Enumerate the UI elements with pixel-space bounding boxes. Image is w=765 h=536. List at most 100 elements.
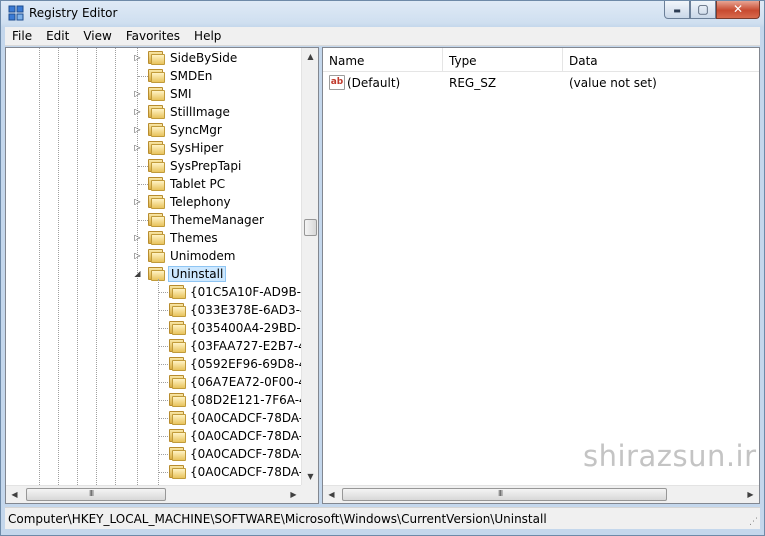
tree-node-label: Unimodem bbox=[170, 249, 236, 263]
tree-node-label: {035400A4-29BD-3723 bbox=[190, 321, 302, 335]
folder-icon bbox=[148, 122, 165, 137]
folder-icon bbox=[148, 248, 165, 263]
tree-node-label: {03FAA727-E2B7-471C bbox=[190, 339, 302, 353]
menu-help[interactable]: Help bbox=[187, 27, 228, 46]
folder-icon bbox=[148, 230, 165, 245]
folder-icon bbox=[148, 176, 165, 191]
scroll-up-arrow-icon[interactable]: ▲ bbox=[302, 48, 318, 65]
key-tree-pane[interactable]: ▷ SideBySide SMDEn ▷ SMI ▷ StillImage ▷ SyncMgr ▷… bbox=[5, 47, 319, 504]
folder-icon bbox=[148, 86, 165, 101]
menu-favorites[interactable]: Favorites bbox=[119, 27, 187, 46]
minimize-icon: ▬ bbox=[673, 6, 681, 15]
title-bar[interactable]: Registry Editor ▬ ▢ ✕ bbox=[1, 1, 764, 27]
expand-arrow-icon[interactable]: ▷ bbox=[133, 107, 142, 116]
value-name: (Default) bbox=[347, 76, 401, 90]
folder-icon bbox=[148, 158, 165, 173]
tree-node-label: SMDEn bbox=[170, 69, 213, 83]
tree-vertical-scroll-thumb[interactable] bbox=[304, 219, 317, 236]
scroll-down-arrow-icon[interactable]: ▼ bbox=[302, 468, 318, 485]
tree-node-label: Tablet PC bbox=[170, 177, 226, 191]
tree-connector bbox=[138, 184, 148, 185]
scroll-right-arrow-icon[interactable]: ▶ bbox=[285, 486, 302, 503]
tree-guide-line bbox=[58, 48, 59, 485]
folder-icon bbox=[169, 428, 186, 443]
folder-icon bbox=[169, 320, 186, 335]
values-horizontal-scrollbar[interactable]: ◀ III ▶ bbox=[323, 485, 759, 503]
string-value-icon: ab bbox=[329, 75, 345, 90]
scroll-left-arrow-icon[interactable]: ◀ bbox=[323, 486, 340, 503]
tree-node-label: SideBySide bbox=[170, 51, 238, 65]
folder-icon bbox=[169, 302, 186, 317]
expand-arrow-icon[interactable]: ▷ bbox=[133, 233, 142, 242]
collapse-arrow-icon[interactable]: ◢ bbox=[133, 269, 142, 278]
folder-icon bbox=[148, 50, 165, 65]
tree-node-label: StillImage bbox=[170, 105, 230, 119]
close-button[interactable]: ✕ bbox=[716, 1, 760, 19]
column-header-name[interactable]: Name bbox=[323, 48, 443, 72]
values-pane[interactable]: Name Type Data ab (Default) REG_SZ (valu… bbox=[322, 47, 760, 504]
folder-icon bbox=[169, 464, 186, 479]
folder-icon bbox=[169, 392, 186, 407]
scroll-grip-icon: III bbox=[498, 489, 503, 498]
scroll-corner bbox=[301, 485, 318, 503]
tree-node-label: {08D2E121-7F6A-43EB bbox=[190, 393, 302, 407]
tree-guide-line bbox=[96, 48, 97, 485]
window-title: Registry Editor bbox=[29, 6, 118, 20]
column-header-type[interactable]: Type bbox=[443, 48, 563, 72]
close-icon: ✕ bbox=[732, 2, 744, 16]
folder-icon bbox=[169, 446, 186, 461]
tree-node-label: ThemeManager bbox=[170, 213, 264, 227]
folder-icon bbox=[148, 104, 165, 119]
folder-icon bbox=[148, 68, 165, 83]
expand-arrow-icon[interactable]: ▷ bbox=[133, 197, 142, 206]
tree-vertical-scrollbar[interactable]: ▲ ▼ bbox=[301, 48, 318, 485]
expand-arrow-icon[interactable]: ▷ bbox=[133, 251, 142, 260]
tree-node-label: SysPrepTapi bbox=[170, 159, 242, 173]
tree-connector bbox=[138, 220, 148, 221]
scroll-left-arrow-icon[interactable]: ◀ bbox=[6, 486, 23, 503]
status-path: Computer\HKEY_LOCAL_MACHINE\SOFTWARE\Mic… bbox=[8, 512, 547, 526]
scroll-right-arrow-icon[interactable]: ▶ bbox=[742, 486, 759, 503]
expand-arrow-icon[interactable]: ▷ bbox=[133, 143, 142, 152]
expand-arrow-icon[interactable]: ▷ bbox=[133, 53, 142, 62]
folder-icon bbox=[169, 356, 186, 371]
status-bar: Computer\HKEY_LOCAL_MACHINE\SOFTWARE\Mic… bbox=[5, 507, 760, 529]
folder-icon bbox=[148, 266, 165, 281]
tree-node-label: {0A0CADCF-78DA-33C bbox=[190, 429, 302, 443]
tree-node-label: SyncMgr bbox=[170, 123, 222, 137]
column-header-data[interactable]: Data bbox=[563, 48, 759, 72]
menu-edit[interactable]: Edit bbox=[39, 27, 76, 46]
maximize-button[interactable]: ▢ bbox=[690, 1, 716, 19]
scroll-grip-icon: III bbox=[89, 489, 94, 498]
values-horizontal-scroll-thumb[interactable]: III bbox=[342, 488, 667, 501]
folder-icon bbox=[169, 410, 186, 425]
value-type: REG_SZ bbox=[449, 76, 497, 90]
maximize-icon: ▢ bbox=[697, 2, 709, 16]
tree-node-label: {06A7EA72-0F00-4D53 bbox=[190, 375, 302, 389]
key-tree: ▷ SideBySide SMDEn ▷ SMI ▷ StillImage ▷ SyncMgr ▷… bbox=[6, 48, 302, 485]
menu-bar: File Edit View Favorites Help bbox=[5, 27, 760, 46]
expand-arrow-icon[interactable]: ▷ bbox=[133, 125, 142, 134]
folder-icon bbox=[169, 374, 186, 389]
tree-node-label: {0A0CADCF-78DA-33C bbox=[190, 447, 302, 461]
size-grip-icon[interactable]: ⋰ bbox=[749, 517, 758, 527]
minimize-button[interactable]: ▬ bbox=[664, 1, 690, 19]
tree-connector bbox=[138, 76, 148, 77]
expand-arrow-icon[interactable]: ▷ bbox=[133, 89, 142, 98]
value-data: (value not set) bbox=[569, 76, 657, 90]
folder-icon bbox=[169, 284, 186, 299]
tree-node-label: {0A0CADCF-78DA-33C bbox=[190, 411, 302, 425]
tree-horizontal-scrollbar[interactable]: ◀ III ▶ bbox=[6, 485, 302, 503]
list-row[interactable]: ab (Default) REG_SZ (value not set) bbox=[323, 73, 759, 93]
tree-horizontal-scroll-thumb[interactable]: III bbox=[26, 488, 166, 501]
watermark-text: shirazsun.ir bbox=[583, 439, 757, 473]
tree-node-label: SysHiper bbox=[170, 141, 224, 155]
tree-node-label: Telephony bbox=[170, 195, 231, 209]
tree-node-label: {033E378E-6AD3-4AD5 bbox=[190, 303, 302, 317]
folder-icon bbox=[148, 212, 165, 227]
menu-file[interactable]: File bbox=[5, 27, 39, 46]
tree-guide-line bbox=[77, 48, 78, 485]
tree-connector bbox=[138, 166, 148, 167]
tree-guide-line bbox=[39, 48, 40, 485]
menu-view[interactable]: View bbox=[76, 27, 118, 46]
